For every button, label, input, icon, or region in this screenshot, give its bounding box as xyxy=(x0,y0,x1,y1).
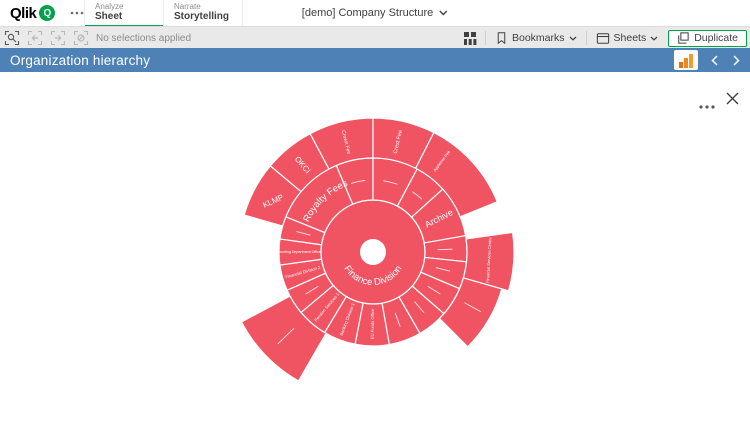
sheet-title-bar: Organization hierarchy xyxy=(0,48,750,72)
tab-analyze-label: Sheet xyxy=(95,11,153,22)
qlik-logo-q-icon: Q xyxy=(39,5,55,21)
next-sheet-button[interactable] xyxy=(731,53,742,68)
app-objects-icon xyxy=(463,31,478,46)
chevron-right-icon xyxy=(733,55,740,66)
clear-selections-icon xyxy=(73,30,89,46)
tab-narrate-storytelling[interactable]: Narrate Storytelling xyxy=(163,0,243,28)
toolbar-divider xyxy=(586,31,587,45)
step-forward-icon xyxy=(50,30,66,46)
step-back-button[interactable] xyxy=(27,30,43,46)
tab-narrate-label: Storytelling xyxy=(174,11,232,22)
duplicate-button[interactable]: Duplicate xyxy=(668,30,747,47)
chevron-down-icon xyxy=(650,36,658,41)
sheet-canvas: Finance DivisionArchiveEU Funds OfficeBa… xyxy=(0,72,750,422)
previous-sheet-button[interactable] xyxy=(709,53,720,68)
step-back-icon xyxy=(27,30,43,46)
tab-analyze-sheet[interactable]: Analyze Sheet xyxy=(84,0,163,28)
step-forward-button[interactable] xyxy=(50,30,66,46)
app-objects-button[interactable] xyxy=(462,30,478,46)
smart-search-button[interactable] xyxy=(4,30,20,46)
sheet-title: Organization hierarchy xyxy=(10,53,150,68)
bookmarks-label: Bookmarks xyxy=(512,32,565,44)
qlik-logo-text: Qlik xyxy=(10,5,36,22)
app-selector[interactable]: [demo] Company Structure xyxy=(302,0,448,26)
selections-status: No selections applied xyxy=(96,27,191,49)
sheets-label: Sheets xyxy=(614,32,647,44)
selections-toolbar: No selections applied Bookmarks Sheet xyxy=(0,26,750,49)
chevron-down-icon xyxy=(569,36,577,41)
sunburst-label-accounting-department-office: Accounting Department Office xyxy=(273,250,321,254)
mode-tabs: Analyze Sheet Narrate Storytelling xyxy=(84,0,243,26)
qlik-logo[interactable]: Qlik Q xyxy=(10,0,55,26)
clear-selections-button[interactable] xyxy=(73,30,89,46)
sunburst-label-eu-funds-office: EU Funds Office xyxy=(370,308,375,339)
tab-analyze-super: Analyze xyxy=(95,2,153,11)
toolbar-divider xyxy=(485,31,486,45)
object-context-menu-button[interactable] xyxy=(696,93,718,117)
current-sheet-thumbnail[interactable] xyxy=(674,50,698,70)
sheet-nav-group xyxy=(674,50,742,70)
top-navigation-bar: Qlik Q Analyze Sheet Narrate Storytellin… xyxy=(0,0,750,26)
app-title: [demo] Company Structure xyxy=(302,7,433,19)
bookmarks-button[interactable]: Bookmarks xyxy=(493,31,579,45)
close-icon xyxy=(726,92,739,105)
bookmark-icon xyxy=(495,31,508,45)
chevron-left-icon xyxy=(711,55,718,66)
more-dots-icon xyxy=(699,105,715,109)
sheets-button[interactable]: Sheets xyxy=(594,32,661,45)
duplicate-icon xyxy=(677,32,689,44)
toolbar-right-group: Bookmarks Sheets Duplicate xyxy=(462,27,750,49)
more-dots-icon xyxy=(70,11,84,15)
chevron-down-icon xyxy=(439,10,448,16)
sunburst-chart: Finance DivisionArchiveEU Funds OfficeBa… xyxy=(0,72,750,422)
duplicate-label: Duplicate xyxy=(694,32,738,44)
search-icon xyxy=(4,30,20,46)
sheet-icon xyxy=(596,32,610,45)
close-fullscreen-button[interactable] xyxy=(723,89,742,113)
tab-narrate-super: Narrate xyxy=(174,2,232,11)
selection-tools xyxy=(4,27,89,49)
bar-chart-icon xyxy=(678,53,694,68)
selections-status-text: No selections applied xyxy=(96,33,191,44)
sunburst-hole xyxy=(360,239,386,265)
